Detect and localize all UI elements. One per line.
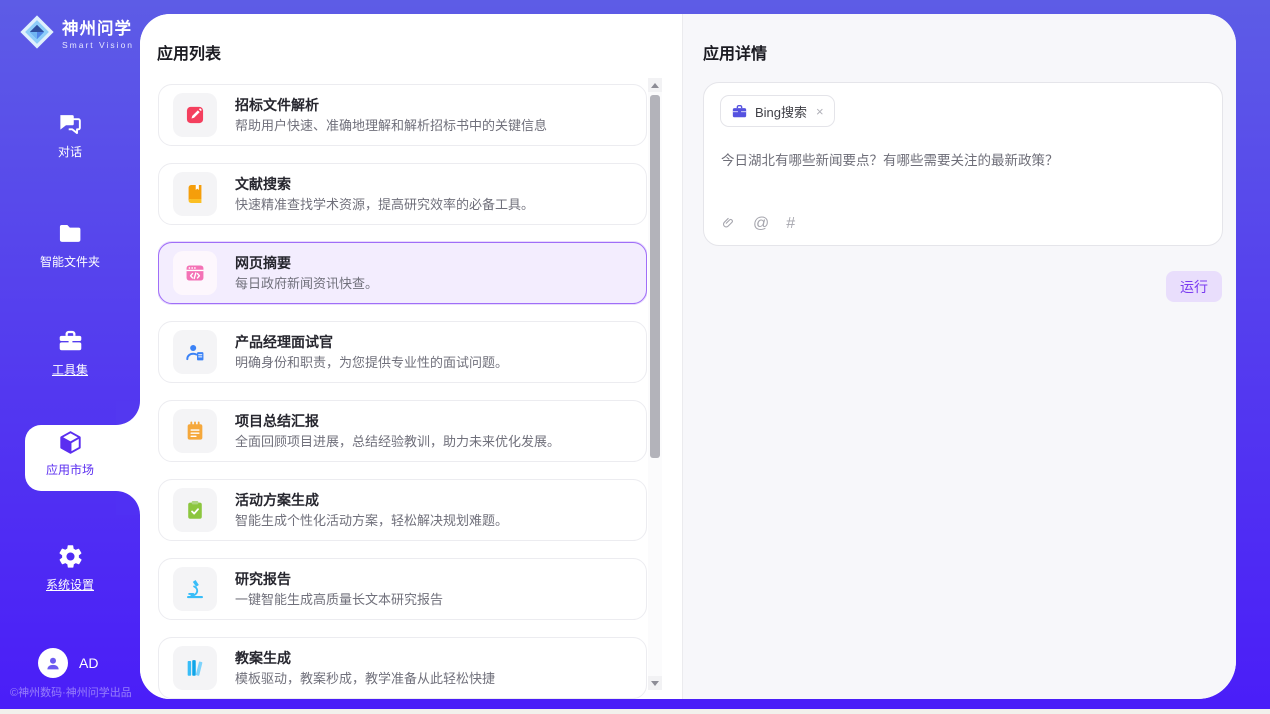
app-desc: 快速精准查找学术资源，提高研究效率的必备工具。 (235, 196, 534, 213)
app-detail-title: 应用详情 (703, 40, 767, 64)
sidebar-item-chat[interactable]: 对话 (0, 110, 140, 161)
app-name: 活动方案生成 (235, 491, 508, 509)
tool-tag-label: Bing搜索 (755, 102, 807, 121)
app-card-project-summary[interactable]: 项目总结汇报 全面回顾项目进展，总结经验教训，助力未来优化发展。 (158, 400, 647, 462)
toolbox-icon (57, 328, 84, 355)
sidebar-item-label: 智能文件夹 (40, 253, 100, 270)
sidebar-item-label: 工具集 (52, 361, 88, 378)
person-icon (44, 654, 62, 672)
app-card-pm-interviewer[interactable]: 产品经理面试官 明确身份和职责，为您提供专业性的面试问题。 (158, 321, 647, 383)
scrollbar-thumb[interactable] (650, 95, 660, 458)
app-card-research-report[interactable]: 研究报告 一键智能生成高质量长文本研究报告 (158, 558, 647, 620)
hash-icon[interactable]: # (786, 216, 796, 232)
gem-logo-icon (18, 13, 56, 51)
sidebar-item-label: 系统设置 (46, 576, 94, 593)
sidebar-item-settings[interactable]: 系统设置 (0, 543, 140, 594)
books-icon (184, 657, 206, 679)
app-icon-tile (173, 488, 217, 532)
app-list-title: 应用列表 (157, 40, 221, 64)
app-name: 项目总结汇报 (235, 412, 560, 430)
app-name: 网页摘要 (235, 254, 378, 272)
tool-tag-bing-search[interactable]: Bing搜索 × (720, 95, 835, 127)
active-tab-curve-bottom (116, 491, 140, 515)
app-desc: 一键智能生成高质量长文本研究报告 (235, 591, 443, 608)
app-name: 教案生成 (235, 649, 495, 667)
browser-code-icon (184, 262, 206, 284)
app-icon-tile (173, 409, 217, 453)
app-card-bid-document-parsing[interactable]: 招标文件解析 帮助用户快速、准确地理解和解析招标书中的关键信息 (158, 84, 647, 146)
query-text[interactable]: 今日湖北有哪些新闻要点？有哪些需要关注的最新政策？ (721, 151, 1206, 170)
gear-icon (57, 543, 84, 570)
report-note-icon (184, 420, 206, 442)
microscope-icon (184, 578, 206, 600)
paperclip-icon[interactable] (721, 215, 736, 232)
avatar (38, 648, 68, 678)
app-name: 招标文件解析 (235, 96, 547, 114)
brand-subtitle: Smart Vision (62, 40, 134, 50)
user-initials: AD (79, 655, 98, 671)
app-desc: 帮助用户快速、准确地理解和解析招标书中的关键信息 (235, 117, 547, 134)
sidebar-item-smart-folder[interactable]: 智能文件夹 (0, 220, 140, 271)
app-desc: 模板驱动，教案秒成，教学准备从此轻松快捷 (235, 670, 495, 687)
briefcase-icon (731, 103, 748, 120)
main-panel: 应用列表 招标文件解析 帮助用户快速、准确地理解和解析招标书中的关键信息 (140, 14, 1236, 699)
sidebar-item-label: 应用市场 (46, 461, 94, 478)
app-name: 研究报告 (235, 570, 443, 588)
scroll-up-icon[interactable] (648, 78, 662, 92)
sidebar-item-toolset[interactable]: 工具集 (0, 328, 140, 379)
book-icon (184, 183, 206, 205)
folder-icon (57, 220, 84, 247)
app-icon-tile (173, 251, 217, 295)
document-edit-icon (184, 104, 206, 126)
clipboard-check-icon (184, 499, 206, 521)
app-icon-tile (173, 172, 217, 216)
app-desc: 智能生成个性化活动方案，轻松解决规划难题。 (235, 512, 508, 529)
window-bottom-edge (0, 709, 1270, 714)
attachment-toolbar: @ # (721, 215, 796, 232)
app-icon-tile (173, 646, 217, 690)
brand-logo: 神州问学 Smart Vision (18, 13, 134, 51)
chat-icon (57, 110, 84, 137)
sidebar-item-label: 对话 (58, 143, 82, 160)
app-icon-tile (173, 330, 217, 374)
app-card-lesson-plan[interactable]: 教案生成 模板驱动，教案秒成，教学准备从此轻松快捷 (158, 637, 647, 699)
sidebar: 神州问学 Smart Vision 对话 智能文件夹 工具集 (0, 0, 140, 714)
brand-name: 神州问学 (62, 15, 134, 39)
app-card-event-plan[interactable]: 活动方案生成 智能生成个性化活动方案，轻松解决规划难题。 (158, 479, 647, 541)
app-name: 文献搜索 (235, 175, 534, 193)
app-list: 招标文件解析 帮助用户快速、准确地理解和解析招标书中的关键信息 文献搜索 快速精… (158, 84, 647, 699)
interviewer-icon (184, 341, 206, 363)
app-desc: 全面回顾项目进展，总结经验教训，助力未来优化发展。 (235, 433, 560, 450)
app-card-web-summary[interactable]: 网页摘要 每日政府新闻资讯快查。 (158, 242, 647, 304)
app-card-literature-search[interactable]: 文献搜索 快速精准查找学术资源，提高研究效率的必备工具。 (158, 163, 647, 225)
cube-icon (57, 429, 84, 456)
sidebar-item-app-market[interactable]: 应用市场 (0, 429, 140, 479)
app-desc: 明确身份和职责，为您提供专业性的面试问题。 (235, 354, 508, 371)
app-icon-tile (173, 567, 217, 611)
scroll-down-icon[interactable] (648, 676, 662, 690)
tool-tag-close-icon[interactable]: × (816, 104, 824, 119)
app-list-scrollbar[interactable] (648, 78, 662, 690)
active-tab-curve-top (116, 401, 140, 425)
app-name: 产品经理面试官 (235, 333, 508, 351)
run-button[interactable]: 运行 (1166, 271, 1222, 302)
mention-icon[interactable]: @ (753, 216, 769, 232)
app-icon-tile (173, 93, 217, 137)
app-desc: 每日政府新闻资讯快查。 (235, 275, 378, 292)
app-list-panel: 应用列表 招标文件解析 帮助用户快速、准确地理解和解析招标书中的关键信息 (140, 14, 682, 699)
query-input-card[interactable]: Bing搜索 × 今日湖北有哪些新闻要点？有哪些需要关注的最新政策？ @ # (703, 82, 1223, 246)
user-account[interactable]: AD (38, 648, 98, 678)
app-detail-panel: 应用详情 Bing搜索 × 今日湖北有哪些新闻要点？有哪些需要关注的最新政策？ … (682, 14, 1236, 699)
copyright: ©神州数码·神州问学出品 (10, 684, 132, 700)
